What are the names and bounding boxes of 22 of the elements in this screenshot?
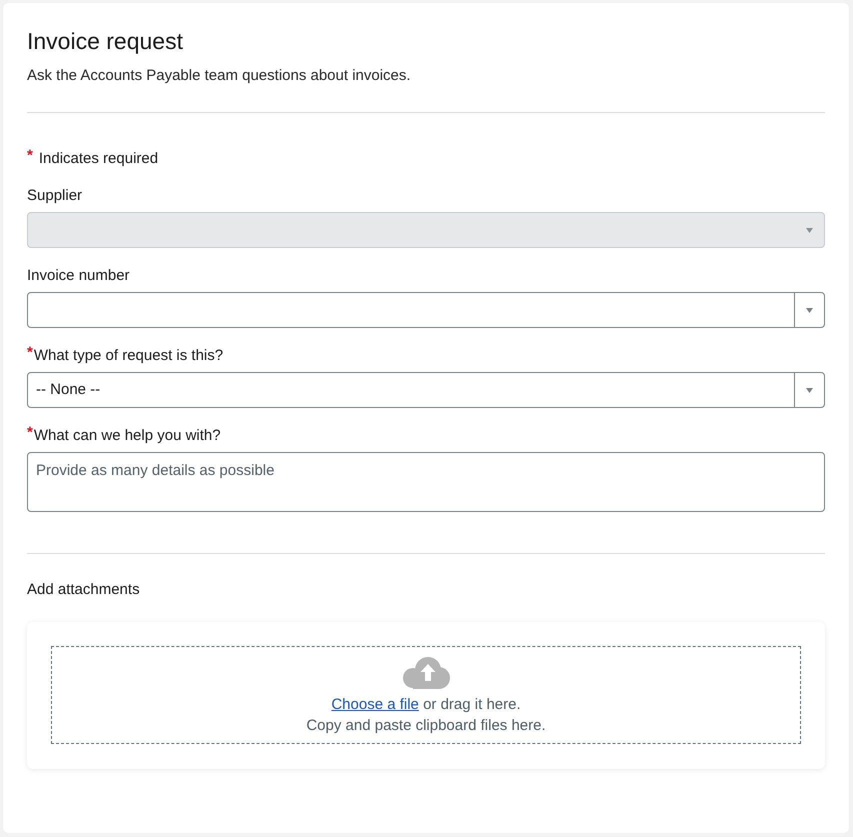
field-label: Invoice number bbox=[27, 266, 130, 286]
cloud-upload-icon bbox=[402, 657, 450, 689]
text-area[interactable]: Provide as many details as possible bbox=[27, 452, 825, 512]
attachments-label: Add attachments bbox=[27, 580, 141, 600]
caret-icon bbox=[806, 388, 813, 392]
field-label: What can we help you with? bbox=[34, 426, 221, 446]
required-mark: * bbox=[27, 346, 33, 360]
drop-zone[interactable]: Choose a file or drag it here. Copy and paste clipboard files here. bbox=[51, 646, 801, 744]
field-label: Supplier bbox=[27, 186, 82, 206]
drop-instructions: Choose a file or drag it here. bbox=[331, 695, 521, 715]
dropdown-field[interactable]: -- None -- bbox=[27, 372, 825, 408]
form-title: Invoice request bbox=[27, 27, 184, 55]
form-description: Ask the Accounts Payable team questions about invoices. bbox=[27, 66, 412, 86]
choose-file-link[interactable]: Choose a file bbox=[331, 696, 419, 713]
paste-hint: Copy and paste clipboard files here. bbox=[306, 716, 546, 736]
dropdown-field[interactable] bbox=[27, 292, 825, 328]
caret-icon bbox=[806, 308, 813, 312]
required-note: Indicates required bbox=[38, 149, 158, 169]
required-mark: * bbox=[27, 426, 33, 440]
caret-icon bbox=[806, 228, 813, 232]
field-label: What type of request is this? bbox=[34, 346, 224, 366]
required-mark: * bbox=[27, 149, 33, 163]
